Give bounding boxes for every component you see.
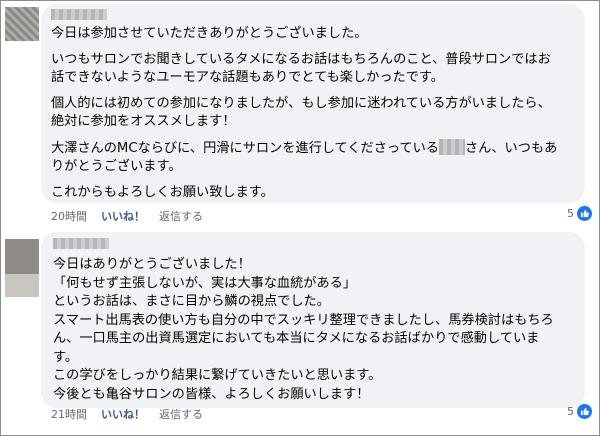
comment-text: 今日はありがとうございました！ 「何もせず主張しないが、実は大事な血統がある」 … [53, 256, 577, 404]
text-line: というお話は、まさに目から鱗の視点でした。 [53, 294, 330, 309]
text-segment: さん、いつもあ [465, 140, 558, 156]
text-line: 「何もせず主張しないが、実は大事な血統がある」 [53, 275, 357, 291]
paragraph: 今日は参加させていただきありがとうございました。 [51, 25, 577, 44]
like-button[interactable]: いいね！ [101, 406, 145, 422]
reaction-summary[interactable]: 5 [567, 206, 592, 221]
reply-button[interactable]: 返信する [159, 406, 203, 422]
text-line: りがとうございます。 [51, 159, 182, 174]
text-line: スマート出馬表の使い方も自分の中でスッキリ整理できましたし、馬券検討はもちろ [53, 312, 554, 328]
comment-actions: 21時間 いいね！ 返信する [51, 406, 203, 422]
thumbs-up-icon [577, 206, 592, 221]
text-line: いつもサロンでお聞きしているタメになるお話はもちろんのこと、普段サロンではお [51, 51, 551, 67]
reply-button[interactable]: 返信する [159, 208, 203, 224]
paragraph: 個人的には初めての参加になりましたが、もし参加に迷われている方がいましたら、 絶… [51, 95, 577, 132]
text-line: ん、一口馬主の出資馬選定においても本当にタメになるお話ばかりで感動していま [53, 331, 540, 346]
paragraph: 大澤さんのMCならびに、円滑にサロンを進行してくださっている さん、いつもあ りが… [51, 138, 577, 177]
comment-bubble: 今日はありがとうございました！ 「何もせず主張しないが、実は大事な血統がある」 … [41, 232, 585, 408]
text-line: す。 [53, 349, 79, 365]
timestamp[interactable]: 21時間 [51, 406, 87, 422]
thumbs-up-icon [577, 404, 592, 419]
comment: 今日は参加させていただきありがとうございました。 いつもサロンでお聞きしているタ… [0, 0, 600, 228]
text-line: この学びをしっかり結果に繋げていきたいと思います。 [53, 368, 382, 383]
paragraph: これからもよろしくお願い致します。 [51, 184, 577, 203]
paragraph: いつもサロンでお聞きしているタメになるお話はもちろんのこと、普段サロンではお 話… [51, 51, 577, 88]
like-button[interactable]: いいね！ [101, 208, 145, 224]
text-line: 大澤さんのMCならびに、円滑にサロンを進行してくださっている さん、いつもあ [51, 138, 577, 159]
comment-text: 今日は参加させていただきありがとうございました。 いつもサロンでお聞きしているタ… [51, 25, 577, 209]
text-line: 話できないようなユーモアな話題もありでとても楽しかったです。 [51, 70, 444, 85]
text-line: 今日はありがとうございました！ [53, 257, 251, 272]
author-name-redacted[interactable] [51, 9, 107, 20]
text-line: 絶対に参加をオススメします！ [51, 114, 236, 129]
comment: 今日はありがとうございました！ 「何もせず主張しないが、実は大事な血統がある」 … [0, 228, 600, 436]
comment-actions: 20時間 いいね！ 返信する [51, 208, 203, 224]
text-segment: 大澤さんのMCならびに、円滑にサロンを進行してくださっている [51, 140, 439, 156]
redacted-name-mask [439, 138, 465, 155]
text-line: これからもよろしくお願い致します。 [51, 184, 274, 200]
timestamp[interactable]: 20時間 [51, 208, 87, 224]
paragraph: 今日はありがとうございました！ 「何もせず主張しないが、実は大事な血統がある」 … [53, 256, 577, 404]
comment-bubble: 今日は参加させていただきありがとうございました。 いつもサロンでお聞きしているタ… [41, 4, 585, 203]
reaction-count: 5 [567, 207, 574, 220]
author-name-redacted[interactable] [53, 238, 109, 249]
text-line: 個人的には初めての参加になりましたが、もし参加に迷われている方がいましたら、 [51, 95, 551, 111]
avatar[interactable] [5, 7, 39, 41]
reaction-summary[interactable]: 5 [567, 404, 592, 419]
text-line: 今後とも亀谷サロンの皆様、よろしくお願いします！ [53, 386, 370, 402]
reaction-count: 5 [567, 405, 574, 418]
avatar[interactable] [5, 239, 39, 297]
text-line: 今日は参加させていただきありがとうございました。 [51, 26, 368, 41]
